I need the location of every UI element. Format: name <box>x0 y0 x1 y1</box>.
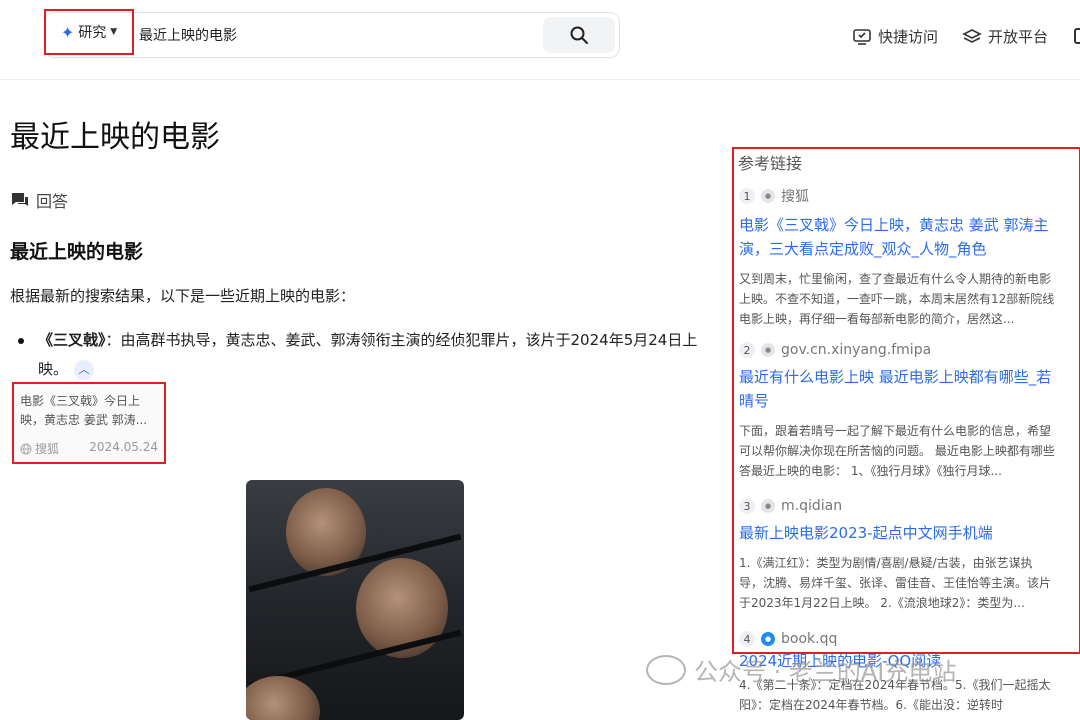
bullet-dot <box>18 338 24 344</box>
qq-favicon-icon: ● <box>761 632 775 646</box>
top-bar: ✦ 研究 ▼ 最近上映的电影 快捷访问 开放平台 <box>0 0 1080 80</box>
movie-name: 《三叉戟》 <box>38 331 106 349</box>
reference-panel-title: 参考链接 <box>738 154 803 173</box>
chat-bubble-icon <box>12 193 28 206</box>
reference-number: 2 <box>739 342 755 358</box>
reference-site: gov.cn.xinyang.fmipa <box>781 342 932 358</box>
caret-down-icon: ▼ <box>110 27 118 37</box>
open-platform-link[interactable]: 开放平台 <box>962 26 1048 47</box>
reference-item[interactable]: 2 ● gov.cn.xinyang.fmipa 最近有什么电影上映 最近电影上… <box>739 342 1055 481</box>
search-box[interactable]: ✦ 研究 ▼ 最近上映的电影 <box>44 9 620 58</box>
page-title: 最近上映的电影 <box>10 120 220 155</box>
sparkle-icon: ✦ <box>60 22 75 42</box>
reference-site: book.qq <box>781 631 838 647</box>
citation-date: 2024.05.24 <box>89 440 158 454</box>
answer-heading: 最近上映的电影 <box>10 241 144 263</box>
answer-intro: 根据最新的搜索结果，以下是一些近期上映的电影： <box>10 287 356 305</box>
movie-poster-image <box>246 480 464 720</box>
research-mode-dropdown[interactable]: ✦ 研究 ▼ <box>44 9 134 55</box>
layers-icon <box>962 28 982 43</box>
search-button[interactable] <box>543 17 615 53</box>
quick-access-link[interactable]: 快捷访问 <box>852 26 938 47</box>
monitor-icon <box>853 28 871 45</box>
site-favicon-icon: ● <box>761 499 775 513</box>
reference-link[interactable]: 最近有什么电影上映 最近电影上映都有哪些_若晴号 <box>739 365 1055 413</box>
citation-card[interactable]: 电影《三叉戟》今日上映，黄志忠 姜武 郭涛... 搜狐 2024.05.24 <box>12 382 166 464</box>
citation-source: 搜狐 <box>35 442 60 456</box>
open-platform-label: 开放平台 <box>988 28 1049 46</box>
reference-item[interactable]: 1 ● 搜狐 电影《三叉戟》今日上映，黄志忠 姜武 郭涛主演，三大看点定成败_观… <box>739 186 1055 329</box>
reference-item[interactable]: 3 ● m.qidian 最新上映电影2023-起点中文网手机端 1.《满江红》… <box>739 498 1055 613</box>
reference-number: 4 <box>739 631 755 647</box>
quick-access-label: 快捷访问 <box>878 28 939 46</box>
watermark-text: 公众号 · 老兰的AI充电站 <box>694 658 957 686</box>
reference-link[interactable]: 电影《三叉戟》今日上映，黄志忠 姜武 郭涛主演，三大看点定成败_观众_人物_角色 <box>739 213 1055 261</box>
answer-section-label: 回答 <box>10 188 68 212</box>
citation-text: 电影《三叉戟》今日上映，黄志忠 姜武 郭涛... <box>20 394 148 427</box>
search-query[interactable]: 最近上映的电影 <box>139 25 237 45</box>
movie-description: ：由高群书执导，黄志忠、姜武、郭涛领衔主演的经侦犯罪片，该片于2024年5月24… <box>38 331 698 378</box>
mode-label: 研究 <box>78 25 107 41</box>
panel-icon[interactable] <box>1074 28 1080 44</box>
reference-snippet: 又到周末，忙里偷闲，查了查最近有什么令人期待的新电影上映。不查不知道，一查吓一跳… <box>739 272 1055 326</box>
reference-site: 搜狐 <box>781 189 809 205</box>
answer-label: 回答 <box>36 192 69 211</box>
site-favicon-icon: ● <box>761 343 775 357</box>
site-favicon-icon: ● <box>761 189 775 203</box>
reference-site: m.qidian <box>781 498 843 514</box>
reference-snippet: 下面，跟着若晴号一起了解下最近有什么电影的信息，希望可以帮你解决你现在所苦恼的问… <box>739 424 1055 478</box>
list-item: 《三叉戟》：由高群书执导，黄志忠、姜武、郭涛领衔主演的经侦犯罪片，该片于2024… <box>18 326 698 384</box>
reference-link[interactable]: 最新上映电影2023-起点中文网手机端 <box>739 521 1055 545</box>
search-icon <box>570 26 588 44</box>
reference-number: 1 <box>739 188 755 204</box>
wechat-logo-icon <box>646 654 686 685</box>
globe-icon <box>20 443 32 454</box>
collapse-citation-button[interactable]: ︿ <box>74 359 95 380</box>
poster-face <box>246 676 320 720</box>
reference-snippet: 1.《满江红》：类型为剧情/喜剧/悬疑/古装，由张艺谋执导，沈腾、易烊千玺、张译… <box>739 556 1052 610</box>
reference-number: 3 <box>739 498 755 514</box>
watermark: 公众号 · 老兰的AI充电站 <box>646 652 956 687</box>
